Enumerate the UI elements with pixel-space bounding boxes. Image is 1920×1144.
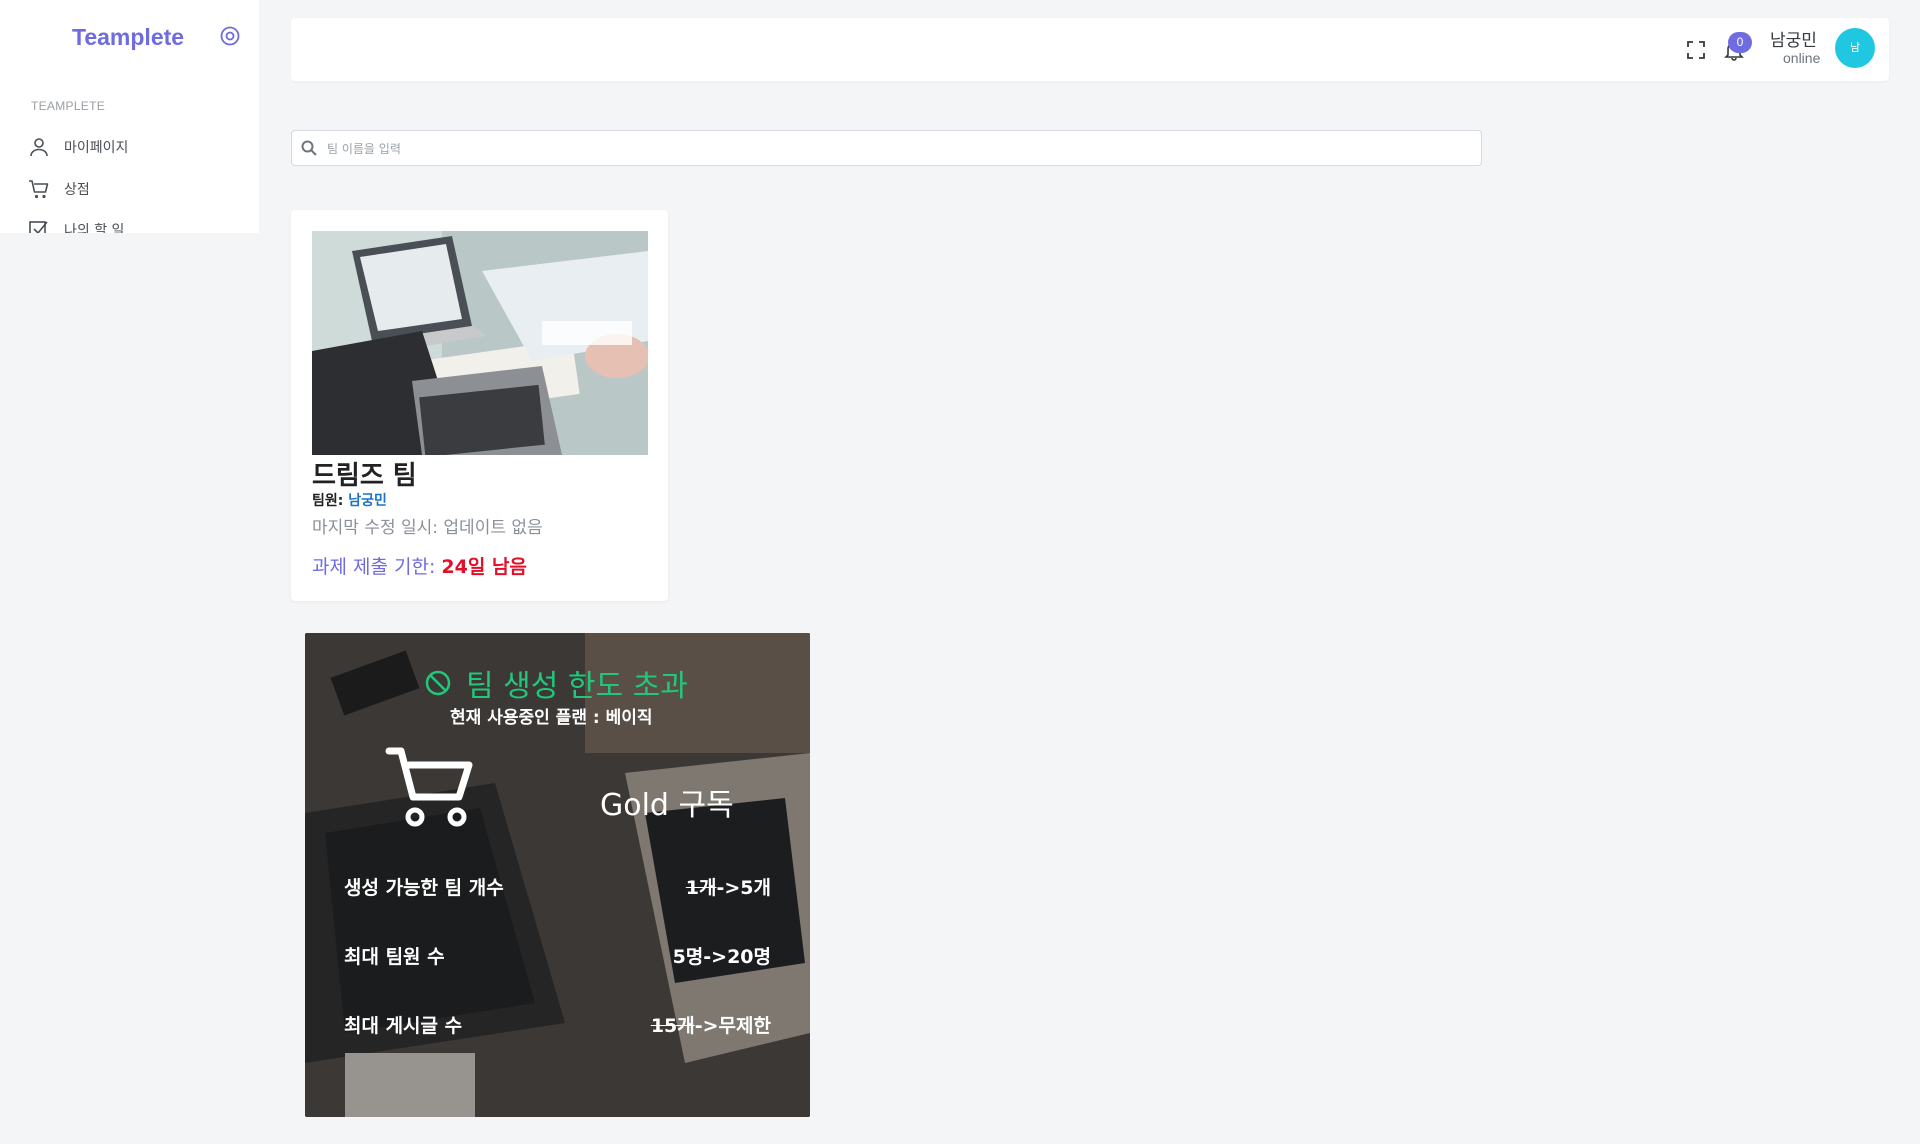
sidebar-item-shop[interactable]: 상점 (28, 173, 90, 205)
benefit-new: 20명 (727, 946, 771, 968)
team-search (291, 130, 1482, 167)
notification-badge: 0 (1728, 32, 1752, 53)
fullscreen-icon[interactable] (1686, 40, 1706, 64)
team-title: 드림즈 팀 (312, 461, 417, 491)
user-icon (30, 138, 48, 157)
limit-title: 팀 생성 한도 초과 (424, 661, 688, 705)
team-image (312, 231, 648, 455)
benefit-new: 5개 (740, 877, 771, 899)
cart-icon (385, 745, 475, 830)
team-member-link[interactable]: 남궁민 (348, 493, 387, 509)
sidebar-heading: TEAMPLETE (31, 99, 106, 113)
cart-icon (29, 180, 49, 199)
benefit-old: 5명 (672, 946, 704, 968)
gold-subscription-title: Gold 구독 (600, 788, 734, 823)
benefit-label: 최대 팀원 수 (344, 946, 445, 968)
limit-title-text: 팀 생성 한도 초과 (466, 669, 688, 704)
benefit-value: 5명->20명 (551, 942, 771, 969)
user-status: online (1783, 50, 1821, 66)
app-logo[interactable]: Teamplete (72, 24, 184, 51)
benefit-arrow: -> (703, 946, 728, 968)
benefit-new: 무제한 (718, 1015, 771, 1037)
deadline-value: 24일 남음 (441, 556, 527, 578)
benefit-old: 1개 (685, 877, 717, 899)
top-header (291, 18, 1889, 81)
ban-icon (425, 670, 451, 696)
user-name: 남궁민 (1770, 31, 1817, 51)
benefit-old: 15개 (650, 1015, 695, 1037)
deadline-label: 과제 제출 기한: (312, 556, 436, 578)
benefit-arrow: -> (694, 1015, 719, 1037)
sidebar-item-label: 마이페이지 (64, 140, 129, 156)
sidebar-item-label: 상점 (64, 182, 90, 198)
team-deadline: 과제 제출 기한: 24일 남음 (312, 552, 527, 579)
sidebar-item-label: 나의 할 일 (64, 223, 125, 233)
team-last-updated: 마지막 수정 일시: 업데이트 없음 (312, 518, 543, 538)
search-icon (301, 140, 317, 156)
checkbox-icon (29, 221, 48, 233)
benefit-value: 15개->무제한 (551, 1011, 771, 1038)
sidebar-toggle-icon[interactable] (219, 25, 241, 47)
search-input[interactable] (325, 131, 1469, 167)
benefit-label: 최대 게시글 수 (344, 1015, 463, 1037)
benefit-value: 1개->5개 (551, 873, 771, 900)
sidebar-item-mypage[interactable]: 마이페이지 (28, 131, 128, 163)
sidebar-item-todo[interactable]: 나의 할 일 (28, 214, 124, 233)
sidebar-clip: 나의 할 일 (0, 214, 259, 233)
current-plan: 현재 사용중인 플랜 : 베이직 (450, 708, 653, 728)
team-members: 팀원: 남궁민 (312, 490, 387, 510)
benefit-arrow: -> (716, 877, 741, 899)
team-members-label: 팀원: (312, 493, 344, 509)
benefit-label: 생성 가능한 팀 개수 (344, 877, 504, 899)
avatar[interactable]: 남 (1835, 28, 1875, 68)
